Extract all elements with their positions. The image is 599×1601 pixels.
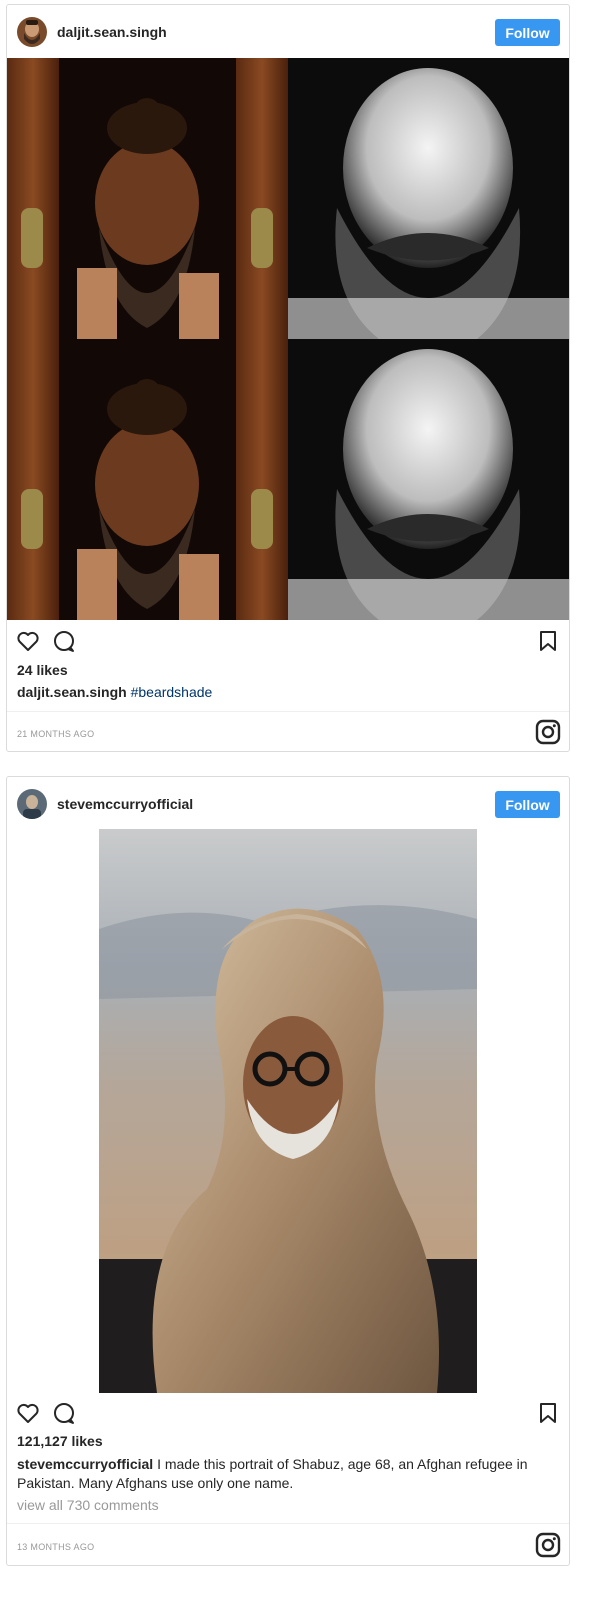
avatar[interactable] bbox=[17, 17, 47, 47]
view-all-comments-link[interactable]: view all 730 comments bbox=[17, 1497, 159, 1513]
post-image[interactable] bbox=[7, 829, 569, 1393]
bookmark-icon[interactable] bbox=[535, 1400, 561, 1426]
bookmark-icon[interactable] bbox=[535, 628, 561, 654]
follow-button[interactable]: Follow bbox=[495, 19, 560, 46]
divider bbox=[7, 711, 569, 712]
post-card: stevemccurryofficial Follow 121,127 like… bbox=[6, 776, 570, 1566]
follow-button[interactable]: Follow bbox=[495, 791, 560, 818]
username[interactable]: stevemccurryofficial bbox=[57, 796, 193, 812]
caption-username[interactable]: daljit.sean.singh bbox=[17, 684, 127, 700]
avatar[interactable] bbox=[17, 789, 47, 819]
hashtag-link[interactable]: #beardshade bbox=[131, 684, 213, 700]
caption: stevemccurryofficial I made this portrai… bbox=[17, 1455, 537, 1493]
instagram-logo-icon[interactable] bbox=[535, 1532, 561, 1558]
comment-icon[interactable] bbox=[51, 1400, 77, 1426]
post-header: daljit.sean.singh Follow bbox=[7, 5, 569, 59]
portrait-collage-image bbox=[7, 58, 569, 620]
turban-portrait-image bbox=[99, 829, 477, 1393]
username[interactable]: daljit.sean.singh bbox=[57, 24, 167, 40]
comment-icon[interactable] bbox=[51, 628, 77, 654]
divider bbox=[7, 1523, 569, 1524]
caption: daljit.sean.singh #beardshade bbox=[17, 683, 537, 702]
caption-username[interactable]: stevemccurryofficial bbox=[17, 1456, 153, 1472]
instagram-logo-icon[interactable] bbox=[535, 719, 561, 745]
post-card: daljit.sean.singh Follow 24 likes daljit… bbox=[6, 4, 570, 752]
likes-count[interactable]: 24 likes bbox=[17, 662, 68, 678]
post-timestamp[interactable]: 21 MONTHS AGO bbox=[17, 729, 94, 739]
likes-count[interactable]: 121,127 likes bbox=[17, 1433, 103, 1449]
post-image[interactable] bbox=[7, 58, 569, 620]
heart-icon[interactable] bbox=[15, 628, 41, 654]
post-timestamp[interactable]: 13 MONTHS AGO bbox=[17, 1542, 94, 1552]
heart-icon[interactable] bbox=[15, 1400, 41, 1426]
post-header: stevemccurryofficial Follow bbox=[7, 777, 569, 831]
